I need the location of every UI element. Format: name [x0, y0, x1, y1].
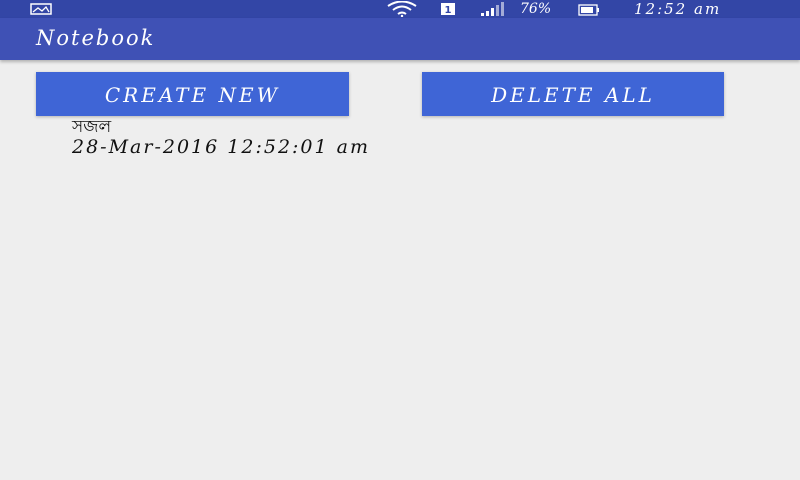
note-title: সজল: [72, 117, 112, 137]
sim-label: 1: [445, 5, 452, 16]
status-bar: 1 76% 12:52 am: [0, 0, 800, 18]
app-title: Notebook: [36, 26, 156, 50]
note-date: 28-Mar-2016 12:52:01 am: [72, 136, 370, 158]
delete-all-button[interactable]: DELETE ALL: [422, 72, 724, 116]
battery-percent: 76%: [520, 1, 552, 17]
create-new-button[interactable]: CREATE NEW: [36, 72, 349, 116]
status-indicators: 1 76% 12:52 am: [380, 0, 800, 18]
status-clock: 12:52 am: [634, 0, 722, 18]
sim-card-icon: 1: [440, 1, 456, 16]
list-item[interactable]: সজল 28-Mar-2016 12:52:01 am: [72, 116, 672, 158]
signal-icon: [481, 2, 504, 16]
app-bar: Notebook: [0, 18, 800, 60]
image-notification-icon: [30, 3, 52, 15]
battery-icon: [578, 4, 599, 16]
wifi-icon: [387, 1, 417, 17]
